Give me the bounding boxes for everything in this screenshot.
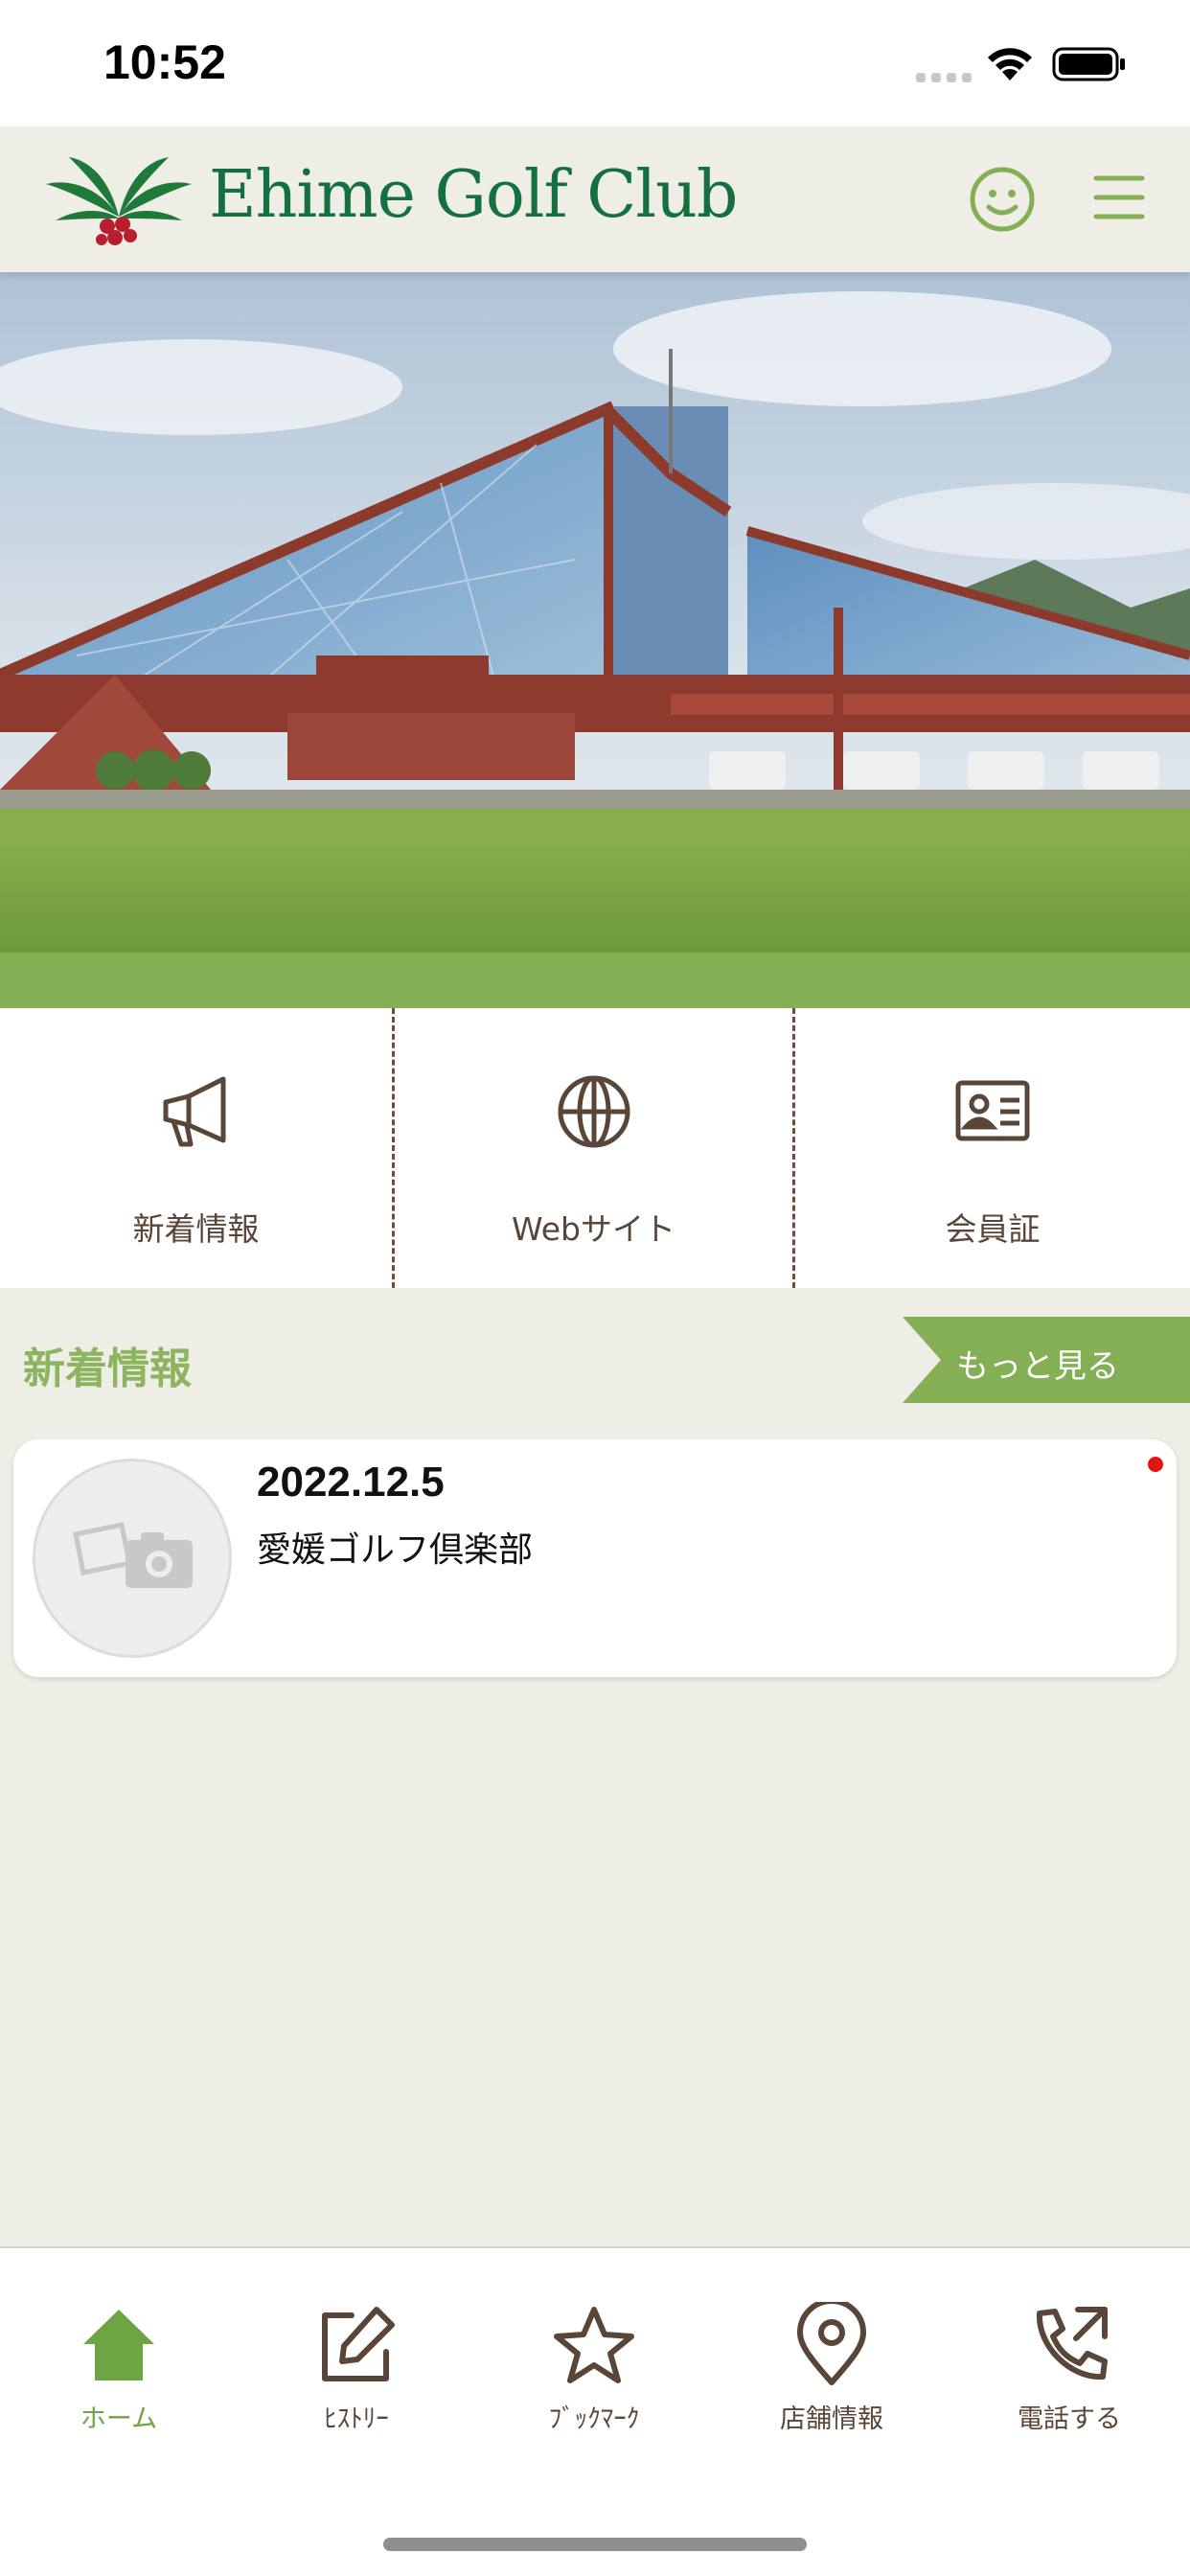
- member-card-icon: [955, 1080, 1030, 1141]
- megaphone-icon: [163, 1076, 225, 1147]
- tab-history-label: ﾋｽﾄﾘｰ: [324, 2404, 389, 2434]
- tab-store-info-label: 店舗情報: [780, 2404, 883, 2434]
- news-section-title: 新着情報: [23, 1345, 192, 1393]
- bottom-tab-bar: ホーム ﾋｽﾄﾘｰ ﾌﾞｯｸﾏｰｸ 店舗情報 電話する: [0, 2246, 1190, 2576]
- quick-menu-website[interactable]: Webサイト: [395, 1008, 795, 1288]
- news-title: 愛媛ゴルフ倶楽部: [257, 1530, 534, 1570]
- hamburger-menu-icon[interactable]: [1090, 169, 1148, 226]
- news-date: 2022.12.5: [257, 1459, 445, 1506]
- quick-menu-news-label: 新着情報: [132, 1210, 260, 1248]
- battery-icon: [1052, 47, 1125, 81]
- globe-icon: [558, 1075, 629, 1148]
- news-thumbnail: [33, 1459, 232, 1658]
- quick-menu-member-card-label: 会員証: [945, 1210, 1041, 1248]
- app-header: Ehime Golf Club: [0, 126, 1190, 272]
- phone-call-icon: [1036, 2307, 1108, 2380]
- wifi-icon: [988, 48, 1032, 80]
- leaf-berries-logo-icon: [46, 157, 192, 245]
- tab-store-info[interactable]: 店舗情報: [713, 2302, 950, 2455]
- star-icon: [554, 2307, 634, 2383]
- logo-text: Ehime Golf Club: [209, 157, 738, 233]
- unread-indicator: [1148, 1457, 1163, 1472]
- tab-home[interactable]: ホーム: [0, 2302, 238, 2455]
- home-icon: [83, 2310, 154, 2380]
- tab-history[interactable]: ﾋｽﾄﾘｰ: [238, 2302, 475, 2455]
- smiley-face-icon[interactable]: [968, 165, 1037, 234]
- quick-menu: 新着情報 Webサイト 会員証: [0, 1008, 1190, 1288]
- signal-dots-icon: [916, 73, 972, 82]
- quick-menu-member-card[interactable]: 会員証: [795, 1008, 1190, 1288]
- see-more-label: もっと見る: [956, 1347, 1119, 1386]
- hero-green-band: [0, 953, 1190, 1008]
- status-bar: 10:52: [0, 0, 1190, 126]
- quick-menu-news[interactable]: 新着情報: [0, 1008, 395, 1288]
- status-time: 10:52: [103, 35, 226, 89]
- home-indicator[interactable]: [383, 2538, 807, 2551]
- edit-icon: [322, 2307, 395, 2381]
- news-list-item[interactable]: 2022.12.5 愛媛ゴルフ倶楽部: [13, 1439, 1177, 1677]
- tab-home-label: ホーム: [80, 2404, 158, 2434]
- tab-bookmark-label: ﾌﾞｯｸﾏｰｸ: [548, 2404, 640, 2434]
- hero-clubhouse-image: [0, 272, 1190, 953]
- see-more-button[interactable]: もっと見る: [903, 1317, 1190, 1403]
- tab-phone[interactable]: 電話する: [950, 2302, 1188, 2455]
- map-pin-icon: [797, 2302, 866, 2385]
- quick-menu-website-label: Webサイト: [512, 1210, 675, 1248]
- tab-phone-label: 電話する: [1018, 2404, 1121, 2434]
- tab-bookmark[interactable]: ﾌﾞｯｸﾏｰｸ: [475, 2302, 713, 2455]
- photo-camera-placeholder-icon: [73, 1522, 193, 1588]
